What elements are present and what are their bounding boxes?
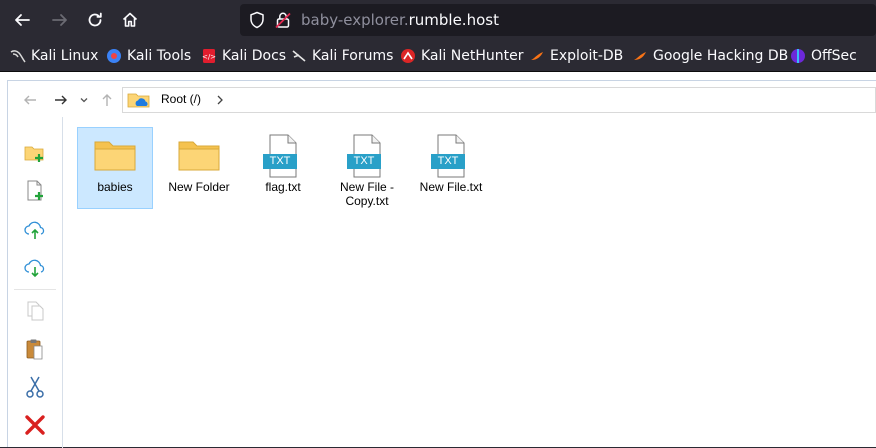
toolbar-separator (14, 289, 56, 290)
file-item-new-file-copy-txt[interactable]: TXT New File - Copy.txt (329, 127, 405, 209)
url-text[interactable]: baby-explorer.rumble.host (301, 10, 499, 30)
new-folder-icon (24, 146, 44, 162)
bookmark-kali-tools[interactable]: Kali Tools (106, 46, 191, 66)
url-subdomain: baby-explorer. (301, 11, 409, 29)
bookmark-label: Kali Forums (312, 48, 394, 64)
back-button[interactable] (10, 8, 34, 32)
explorer-up-button[interactable] (98, 91, 116, 109)
folder-icon (94, 141, 136, 171)
web-page: Root (/) babies New Folder TXT flag.txt … (0, 72, 876, 448)
nethunter-icon (401, 49, 415, 63)
item-icon-wrap: TXT (246, 134, 320, 178)
folder-item-new-folder[interactable]: New Folder (161, 127, 237, 209)
address-bar[interactable]: baby-explorer.rumble.host (240, 4, 876, 36)
new-file-button[interactable] (23, 178, 47, 204)
copy-button[interactable] (23, 298, 47, 324)
bookmark-label: Google Hacking DB (653, 48, 789, 64)
back-arrow-icon (15, 14, 30, 26)
item-label: New File - Copy.txt (339, 180, 394, 208)
bookmark-kali-docs[interactable]: </> Kali Docs (201, 46, 286, 66)
folder-item-babies[interactable]: babies (77, 127, 153, 209)
item-label: New File.txt (419, 180, 483, 194)
forward-arrow-icon (55, 95, 67, 105)
kali-forums-icon (292, 50, 306, 62)
breadcrumb[interactable]: Root (/) (122, 87, 876, 113)
upload-icon (24, 221, 45, 239)
kali-tools-icon (107, 49, 121, 63)
home-button[interactable] (118, 8, 142, 32)
item-label: babies (97, 180, 133, 194)
paste-button[interactable] (23, 336, 47, 362)
explorer-forward-button[interactable] (52, 91, 70, 109)
bookmark-label: Kali Tools (127, 48, 192, 64)
insecure-lock-icon[interactable] (274, 11, 292, 29)
upload-button[interactable] (23, 217, 47, 243)
new-file-icon (27, 180, 43, 201)
kali-docs-icon: </> (202, 49, 216, 63)
bookmark-label: Kali NetHunter (421, 48, 524, 64)
browser-nav-bar: baby-explorer.rumble.host (0, 0, 876, 40)
cut-button[interactable] (23, 374, 47, 400)
kali-dragon-icon (10, 50, 26, 63)
new-folder-button[interactable] (23, 140, 47, 166)
delete-icon (25, 415, 45, 435)
item-icon-wrap: TXT (330, 134, 404, 178)
offsec-icon (791, 49, 805, 63)
item-label: New Folder (168, 180, 230, 194)
txt-badge: TXT (431, 154, 465, 169)
ghdb-icon (634, 52, 646, 60)
chevron-right-icon[interactable] (215, 94, 225, 106)
explorer-back-button[interactable] (21, 91, 39, 109)
shield-icon[interactable] (248, 11, 266, 29)
url-host: rumble.host (408, 11, 499, 29)
bookmark-offsec[interactable]: OffSec (790, 46, 857, 66)
bookmark-label: Exploit-DB (550, 48, 624, 64)
txt-badge: TXT (347, 154, 381, 169)
reload-button[interactable] (83, 8, 107, 32)
download-icon (24, 259, 45, 278)
forward-arrow-icon (52, 14, 67, 26)
bookmark-label: Kali Linux (31, 48, 99, 64)
back-arrow-icon (24, 95, 36, 105)
bookmark-exploit-db[interactable]: Exploit-DB (529, 46, 623, 66)
download-button[interactable] (23, 255, 47, 281)
delete-button[interactable] (23, 412, 47, 438)
reload-icon (88, 12, 102, 27)
bookmark-kali-nethunter[interactable]: Kali NetHunter (400, 46, 523, 66)
bookmark-kali-forums[interactable]: Kali Forums (291, 46, 393, 66)
folder-icon (178, 141, 220, 171)
forward-button[interactable] (48, 8, 72, 32)
exploit-db-icon (531, 52, 543, 60)
cloud-folder-icon (127, 93, 150, 108)
copy-icon (27, 301, 44, 321)
file-explorer: Root (/) babies New Folder TXT flag.txt … (7, 80, 876, 448)
file-item-flag-txt[interactable]: TXT flag.txt (245, 127, 321, 209)
item-label: flag.txt (265, 180, 301, 194)
bookmark-label: Kali Docs (222, 48, 287, 64)
breadcrumb-root[interactable]: Root (/) (161, 92, 201, 106)
cut-icon (26, 376, 44, 398)
chevron-down-icon (80, 98, 88, 103)
recent-locations-dropdown[interactable] (78, 91, 90, 109)
txt-badge: TXT (263, 154, 297, 169)
home-icon (122, 12, 138, 27)
item-icon-wrap (78, 134, 152, 178)
explorer-toolbar (8, 117, 63, 448)
item-icon-wrap: TXT (414, 134, 488, 178)
file-item-new-file-txt[interactable]: TXT New File.txt (413, 127, 489, 209)
bookmark-label: OffSec (811, 48, 857, 64)
paste-icon (26, 339, 43, 360)
bookmark-kali-linux[interactable]: Kali Linux (10, 46, 98, 66)
bookmark-ghdb[interactable]: Google Hacking DB (632, 46, 788, 66)
svg-text:</>: </> (202, 53, 216, 61)
up-arrow-icon (102, 94, 112, 106)
explorer-nav-bar: Root (/) (8, 81, 876, 117)
item-icon-wrap (162, 134, 236, 178)
file-grid: babies New Folder TXT flag.txt TXT New F… (64, 117, 876, 448)
bookmarks-toolbar: Kali Linux Kali Tools </> Kali Docs Kali… (0, 40, 876, 72)
